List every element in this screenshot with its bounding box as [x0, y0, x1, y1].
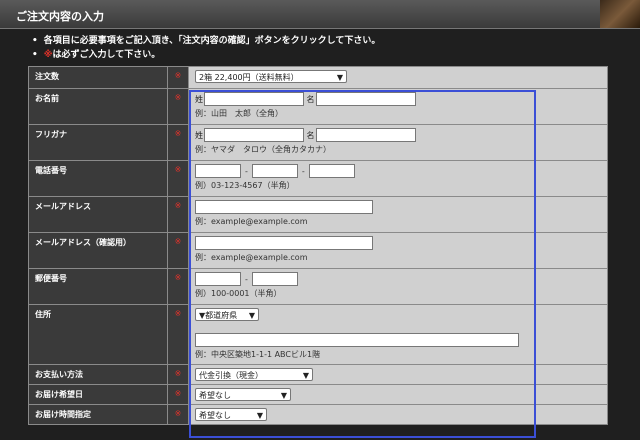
required-mark: ※ [167, 232, 189, 269]
row-delivery-date: お届け希望日 ※ 希望なし ▼ [28, 384, 608, 405]
required-mark: ※ [167, 124, 189, 161]
chevron-down-icon: ▼ [256, 411, 263, 420]
instructions: • 各項目に必要事項をご記入頂き、「注文内容の確認」ボタンをクリックして下さい。 … [32, 34, 380, 62]
payment-select[interactable]: 代金引換（現金） ▼ [195, 368, 313, 381]
last-name-input[interactable] [204, 92, 304, 106]
order-form-table: 注文数 ※ 2箱 22,400円（送料無料） ▼ お名前 ※ 姓 名 例：山田 太… [28, 66, 608, 425]
first-name-kana-input[interactable] [315, 128, 416, 142]
page-header: ご注文内容の入力 [0, 0, 640, 29]
row-order-qty: 注文数 ※ 2箱 22,400円（送料無料） ▼ [28, 66, 608, 89]
chevron-down-icon: ▼ [248, 311, 255, 320]
header-decoration-image [600, 0, 640, 28]
label-postal: 郵便番号 [28, 268, 168, 305]
required-mark: ※ [167, 268, 189, 305]
prefecture-select[interactable]: ▼都道府県 ▼ [195, 308, 259, 321]
required-mark: ※ [167, 160, 189, 197]
order-qty-select[interactable]: 2箱 22,400円（送料無料） ▼ [195, 70, 347, 83]
postal-2-input[interactable] [251, 272, 298, 286]
row-email: メールアドレス ※ 例：example@example.com [28, 196, 608, 233]
required-mark: ※ [167, 66, 189, 89]
label-email: メールアドレス [28, 196, 168, 233]
row-address: 住所 ※ ▼都道府県 ▼ 例：中央区築地1-1-1 ABCビル1階 [28, 304, 608, 365]
address-example: 例：中央区築地1-1-1 ABCビル1階 [195, 350, 321, 359]
required-mark: ※ [167, 364, 189, 385]
label-email-confirm: メールアドレス（確認用） [28, 232, 168, 269]
phone-1-input[interactable] [195, 164, 241, 178]
row-phone: 電話番号 ※ -- 例）03-123-4567（半角） [28, 160, 608, 197]
email-input[interactable] [195, 200, 373, 214]
name-example: 例：山田 太郎（全角） [195, 109, 283, 118]
bullet-icon: • [32, 50, 38, 60]
postal-example: 例）100-0001（半角） [195, 289, 282, 298]
email-confirm-example: 例：example@example.com [195, 253, 308, 262]
bullet-icon: • [32, 36, 38, 46]
email-confirm-input[interactable] [195, 236, 373, 250]
last-name-kana-input[interactable] [204, 128, 304, 142]
label-payment: お支払い方法 [28, 364, 168, 385]
address-input[interactable] [195, 333, 519, 347]
first-name-input[interactable] [315, 92, 416, 106]
postal-1-input[interactable] [195, 272, 241, 286]
instruction-line-2: • ※は必ずご入力して下さい。 [32, 50, 161, 60]
required-mark: ※ [167, 88, 189, 125]
page-title: ご注文内容の入力 [16, 10, 104, 23]
chevron-down-icon: ▼ [336, 73, 343, 82]
label-name: お名前 [28, 88, 168, 125]
chevron-down-icon: ▼ [302, 371, 309, 380]
label-address: 住所 [28, 304, 168, 365]
label-furigana: フリガナ [28, 124, 168, 161]
required-mark: ※ [167, 404, 189, 425]
row-payment: お支払い方法 ※ 代金引換（現金） ▼ [28, 364, 608, 385]
row-furigana: フリガナ ※ 姓 名 例：ヤマダ タロウ（全角カタカナ） [28, 124, 608, 161]
required-mark: ※ [167, 304, 189, 365]
required-mark: ※ [167, 384, 189, 405]
required-mark: ※ [167, 196, 189, 233]
phone-example: 例）03-123-4567（半角） [195, 181, 295, 190]
instruction-line-1: • 各項目に必要事項をご記入頂き、「注文内容の確認」ボタンをクリックして下さい。 [32, 36, 381, 46]
phone-3-input[interactable] [308, 164, 355, 178]
required-mark: ※ [43, 50, 53, 60]
label-order-qty: 注文数 [28, 66, 168, 89]
label-phone: 電話番号 [28, 160, 168, 197]
label-delivery-date: お届け希望日 [28, 384, 168, 405]
chevron-down-icon: ▼ [280, 391, 287, 400]
row-delivery-time: お届け時間指定 ※ 希望なし ▼ [28, 404, 608, 425]
delivery-date-select[interactable]: 希望なし ▼ [195, 388, 291, 401]
row-name: お名前 ※ 姓 名 例：山田 太郎（全角） [28, 88, 608, 125]
row-postal: 郵便番号 ※ - 例）100-0001（半角） [28, 268, 608, 305]
email-example: 例：example@example.com [195, 217, 308, 226]
label-delivery-time: お届け時間指定 [28, 404, 168, 425]
phone-2-input[interactable] [251, 164, 298, 178]
row-email-confirm: メールアドレス（確認用） ※ 例：example@example.com [28, 232, 608, 269]
furigana-example: 例：ヤマダ タロウ（全角カタカナ） [195, 145, 331, 154]
delivery-time-select[interactable]: 希望なし ▼ [195, 408, 267, 421]
